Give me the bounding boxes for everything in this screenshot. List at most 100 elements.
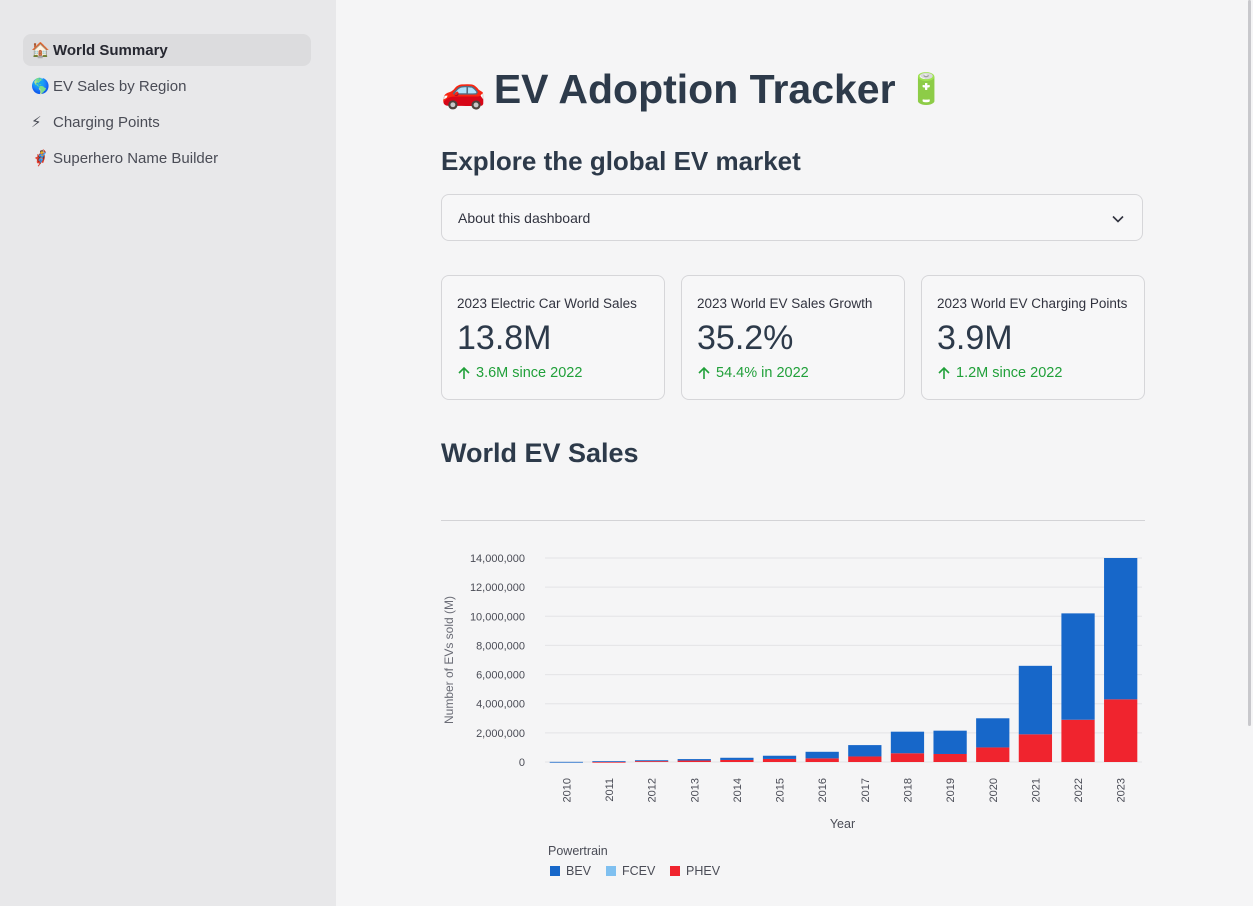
bar-phev-2011 xyxy=(592,761,626,763)
sidebar-item-charging-points[interactable]: ⚡ Charging Points xyxy=(23,106,311,138)
x-tick-label: 2017 xyxy=(860,778,872,802)
metric-label: 2023 World EV Sales Growth xyxy=(697,296,873,311)
arrow-up-icon xyxy=(698,366,710,379)
bar-bev-2014 xyxy=(720,757,754,760)
bar-phev-2018 xyxy=(890,753,925,762)
metric-card-charging: 2023 World EV Charging Points 3.9M 1.2M … xyxy=(921,275,1145,400)
bar-bev-2011 xyxy=(592,761,626,762)
divider xyxy=(441,520,1145,521)
x-tick-label: 2013 xyxy=(689,778,701,802)
metric-delta: 1.2M since 2022 xyxy=(937,365,1129,381)
bar-phev-2012 xyxy=(634,761,669,762)
metrics-row: 2023 Electric Car World Sales 13.8M 3.6M… xyxy=(441,275,1145,400)
sidebar-item-ev-sales-by-region[interactable]: 🌎 EV Sales by Region xyxy=(23,70,311,102)
superhero-icon: 🦸 xyxy=(31,150,50,167)
bar-bev-2021 xyxy=(1018,665,1053,735)
bar-bev-2022 xyxy=(1061,613,1095,720)
x-tick-label: 2020 xyxy=(988,778,1000,802)
bar-phev-2017 xyxy=(848,756,882,762)
x-tick-label: 2022 xyxy=(1073,778,1085,802)
house-icon: 🏠 xyxy=(31,42,50,59)
lightning-icon: ⚡ xyxy=(31,114,42,131)
legend-swatch-phev xyxy=(670,866,680,876)
bar-bev-2013 xyxy=(677,759,711,761)
y-tick-label: 10,000,000 xyxy=(470,611,525,623)
x-axis-label: Year xyxy=(830,817,855,831)
page-subtitle: Explore the global EV market xyxy=(441,146,801,176)
bar-bev-2023 xyxy=(1104,558,1138,700)
bar-phev-2013 xyxy=(677,760,711,762)
bar-bev-2012 xyxy=(634,760,669,762)
y-axis-label: Number of EVs sold (M) xyxy=(442,596,456,724)
x-tick-label: 2015 xyxy=(775,778,787,802)
bar-bev-2020 xyxy=(976,718,1010,748)
y-tick-label: 4,000,000 xyxy=(476,699,525,711)
sidebar-item-world-summary[interactable]: 🏠 World Summary xyxy=(23,34,311,66)
x-tick-label: 2012 xyxy=(647,778,659,802)
x-tick-label: 2018 xyxy=(902,778,914,802)
page-title: 🚗 EV Adoption Tracker 🔋 xyxy=(441,66,945,113)
bar-bev-2010 xyxy=(549,761,583,763)
metric-delta: 3.6M since 2022 xyxy=(457,365,649,381)
bar-phev-2021 xyxy=(1018,734,1053,762)
x-tick-label: 2023 xyxy=(1116,778,1128,802)
metric-delta-text: 1.2M since 2022 xyxy=(956,365,1063,381)
legend-title: Powertrain xyxy=(548,844,608,858)
metric-card-growth: 2023 World EV Sales Growth 35.2% 54.4% i… xyxy=(681,275,905,400)
sidebar-nav: 🏠 World Summary 🌎 EV Sales by Region ⚡ C… xyxy=(23,34,311,178)
sidebar-item-superhero-name-builder[interactable]: 🦸 Superhero Name Builder xyxy=(23,142,311,174)
expander-label: About this dashboard xyxy=(458,209,591,226)
x-tick-label: 2014 xyxy=(732,778,744,802)
metric-value: 3.9M xyxy=(937,319,1013,357)
bar-phev-2019 xyxy=(933,753,967,762)
chevron-down-icon xyxy=(1112,210,1124,226)
car-icon: 🚗 xyxy=(441,68,486,110)
bar-phev-2020 xyxy=(976,747,1010,762)
x-tick-label: 2010 xyxy=(561,778,573,802)
sidebar-item-label: World Summary xyxy=(53,41,168,59)
sidebar-item-label: EV Sales by Region xyxy=(53,77,187,95)
legend-swatch-bev xyxy=(550,866,560,876)
sidebar: 🏠 World Summary 🌎 EV Sales by Region ⚡ C… xyxy=(0,0,336,906)
metric-value: 13.8M xyxy=(457,319,552,357)
bar-phev-2022 xyxy=(1061,719,1095,762)
about-expander[interactable]: About this dashboard xyxy=(441,194,1143,241)
y-tick-label: 14,000,000 xyxy=(470,553,525,565)
x-tick-label: 2011 xyxy=(604,778,616,802)
page-title-text: EV Adoption Tracker xyxy=(493,66,896,112)
sidebar-item-label: Charging Points xyxy=(53,113,160,131)
bar-phev-2023 xyxy=(1104,699,1138,762)
metric-label: 2023 Electric Car World Sales xyxy=(457,296,637,311)
y-tick-label: 2,000,000 xyxy=(476,728,525,740)
y-tick-label: 6,000,000 xyxy=(476,670,525,682)
x-tick-label: 2021 xyxy=(1030,778,1042,802)
metric-delta-text: 54.4% in 2022 xyxy=(716,365,809,381)
metric-delta: 54.4% in 2022 xyxy=(697,365,889,381)
sidebar-item-label: Superhero Name Builder xyxy=(53,149,219,167)
metric-card-sales: 2023 Electric Car World Sales 13.8M 3.6M… xyxy=(441,275,665,400)
bar-bev-2016 xyxy=(805,751,839,759)
arrow-up-icon xyxy=(458,366,470,379)
battery-icon: 🔋 xyxy=(907,73,945,106)
metric-delta-text: 3.6M since 2022 xyxy=(476,365,583,381)
bar-phev-2015 xyxy=(762,758,797,762)
bar-bev-2018 xyxy=(890,731,925,754)
bar-bev-2015 xyxy=(762,755,797,759)
y-tick-label: 8,000,000 xyxy=(476,640,525,652)
legend-label: FCEV xyxy=(622,864,656,878)
arrow-up-icon xyxy=(938,366,950,379)
metric-label: 2023 World EV Charging Points xyxy=(937,296,1128,311)
y-tick-label: 0 xyxy=(519,757,525,769)
scrollbar[interactable] xyxy=(1248,0,1251,726)
bar-phev-2014 xyxy=(720,759,754,762)
y-tick-label: 12,000,000 xyxy=(470,582,525,594)
x-tick-label: 2016 xyxy=(817,778,829,802)
ev-sales-chart[interactable]: 0 2,000,000 4,000,000 6,000,000 8,000,000 10,… xyxy=(436,540,1148,890)
bar-bev-2017 xyxy=(848,745,882,757)
legend-swatch-fcev xyxy=(606,866,616,876)
globe-icon: 🌎 xyxy=(31,78,50,95)
bar-phev-2016 xyxy=(805,758,839,762)
bar-bev-2019 xyxy=(933,730,967,754)
section-title: World EV Sales xyxy=(441,438,639,468)
legend-label: PHEV xyxy=(686,864,721,878)
